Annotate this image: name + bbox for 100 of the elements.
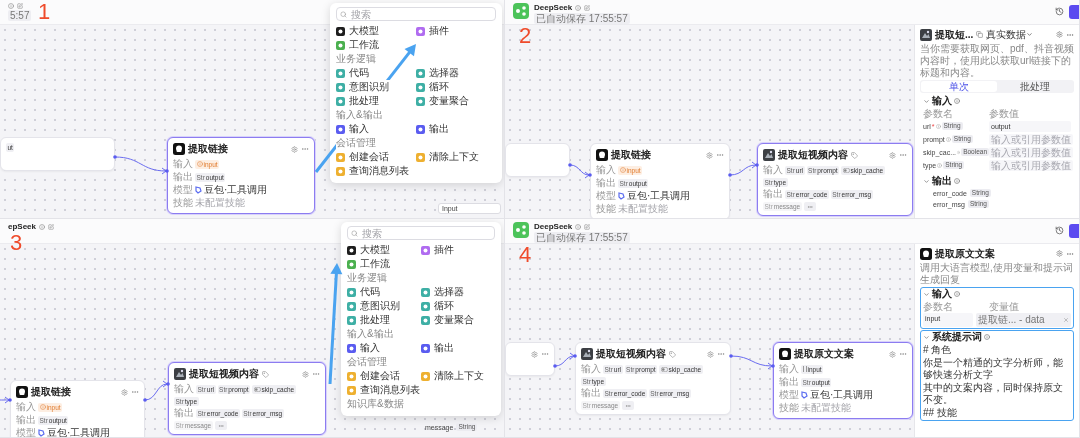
menu-item[interactable]: 清除上下文 [421,369,485,383]
close-icon[interactable] [1063,317,1069,323]
workflow-node[interactable] [505,342,555,376]
search-field[interactable]: 搜索 [347,226,495,240]
edit-icon[interactable] [584,4,591,11]
menu-item[interactable]: 意图识别 [347,299,401,313]
menu-item[interactable]: 代码 [347,285,381,299]
more-button[interactable] [621,401,634,410]
menu-item[interactable]: 循环 [421,299,455,313]
chevron-icon[interactable] [923,290,930,298]
info-icon [619,167,626,173]
settings-icon[interactable] [707,350,714,358]
settings-icon[interactable] [706,151,713,159]
field-label: 输出 [16,414,36,426]
more-icon[interactable] [217,422,224,429]
menu-item[interactable]: 输出 [421,341,455,355]
menu-item[interactable]: 选择器 [416,66,460,80]
port-dot [113,155,117,159]
menu-item[interactable]: 工作流 [336,38,380,52]
info-icon[interactable] [575,223,582,230]
chevron-icon[interactable] [923,333,930,341]
menu-item[interactable]: 变量聚合 [421,313,475,327]
copy-icon[interactable] [976,31,984,38]
toggle-icon [660,366,668,372]
menu-item[interactable]: 变量聚合 [416,94,470,108]
connector [114,156,167,175]
more-icon[interactable] [301,145,309,153]
menu-item[interactable]: 选择器 [421,285,465,299]
menu-item[interactable]: 大模型 [347,243,391,257]
menu-item[interactable]: 输入 [336,122,370,136]
reference-value: 提取链... - data [978,313,1045,327]
menu-item[interactable]: 查询消息列表 [347,383,421,397]
menu-item[interactable]: 批处理 [336,94,380,108]
more-icon[interactable] [899,151,907,159]
menu-item[interactable]: 创建会话 [347,369,401,383]
settings-icon[interactable] [889,151,896,159]
model-name: 豆包·工具调用 [204,184,268,196]
more-button[interactable] [214,421,227,430]
more-icon[interactable] [716,151,724,159]
publish-button[interactable] [1069,5,1079,19]
settings-icon[interactable] [291,145,298,153]
menu-item[interactable]: 代码 [336,66,370,80]
variable-icon [802,366,807,372]
reference-field[interactable]: 提取链... - data [976,313,1071,327]
panel-description: 当你需要获取网页、pdf、抖音视频内容时，使用此以获取url链接下的标题和内容。 [920,43,1074,79]
port-dot [728,173,732,177]
more-icon[interactable] [312,370,320,378]
settings-icon[interactable] [1056,250,1063,257]
save-status: 已自动保存 17:55:57 [534,232,630,243]
prompt-text: 你是一个精通的文字分析师，能够快速分析文字 [923,357,1064,381]
info-icon [937,162,943,168]
tab[interactable]: 单次 [921,81,997,92]
more-icon[interactable] [717,350,725,358]
settings-icon[interactable] [302,370,309,378]
info-icon[interactable] [575,4,582,11]
port-dot [588,173,592,177]
menu-item[interactable]: 循环 [416,80,450,94]
edit-icon[interactable] [48,223,55,230]
menu-item[interactable]: 创建会话 [336,150,390,164]
menu-item[interactable]: 输入 [347,341,381,355]
app-title: DeepSeek [534,3,573,12]
settings-icon[interactable] [531,350,538,358]
more-icon[interactable] [131,388,139,396]
menu-item[interactable]: 插件 [416,24,450,38]
workflow-node[interactable] [505,143,570,177]
panel-description: 调用大语言模型,使用变量和提示词生成回复 [920,262,1074,286]
menu-item[interactable]: 批处理 [347,313,391,327]
data-source-dropdown[interactable]: 真实数据 [986,27,1034,42]
chevron-icon[interactable] [923,177,930,185]
history-icon[interactable] [1055,7,1064,16]
menu-item[interactable]: 输出 [416,122,450,136]
more-button[interactable] [803,202,816,211]
menu-item[interactable]: 意图识别 [336,80,390,94]
menu-item[interactable]: 清除上下文 [416,150,480,164]
history-icon[interactable] [1055,226,1064,235]
port-dot [573,354,577,358]
column-header: 参数值 [989,108,1020,119]
edit-icon[interactable] [17,3,23,9]
more-icon[interactable] [541,350,549,358]
thumbnail-icon [581,348,593,360]
menu-item[interactable]: 查询消息列表 [336,164,410,178]
more-icon[interactable] [806,203,813,210]
settings-icon[interactable] [889,350,896,358]
settings-icon[interactable] [1056,31,1063,38]
section-title: 输出 [932,174,952,188]
edit-icon[interactable] [584,223,591,230]
settings-icon[interactable] [121,388,128,396]
info-icon[interactable] [8,3,14,9]
menu-item[interactable]: 大模型 [336,24,380,38]
menu-item[interactable]: 插件 [421,243,455,257]
node-title: 提取原文文案 [794,347,854,361]
chevron-icon[interactable] [923,97,930,105]
menu-item[interactable]: 工作流 [347,257,391,271]
more-icon[interactable] [899,350,907,358]
thumbnail-icon [763,149,775,161]
more-icon[interactable] [624,402,631,409]
tab[interactable]: 批处理 [997,81,1073,92]
publish-button[interactable] [1069,224,1079,238]
info-icon[interactable] [39,223,46,230]
search-field[interactable]: 搜索 [336,7,496,21]
